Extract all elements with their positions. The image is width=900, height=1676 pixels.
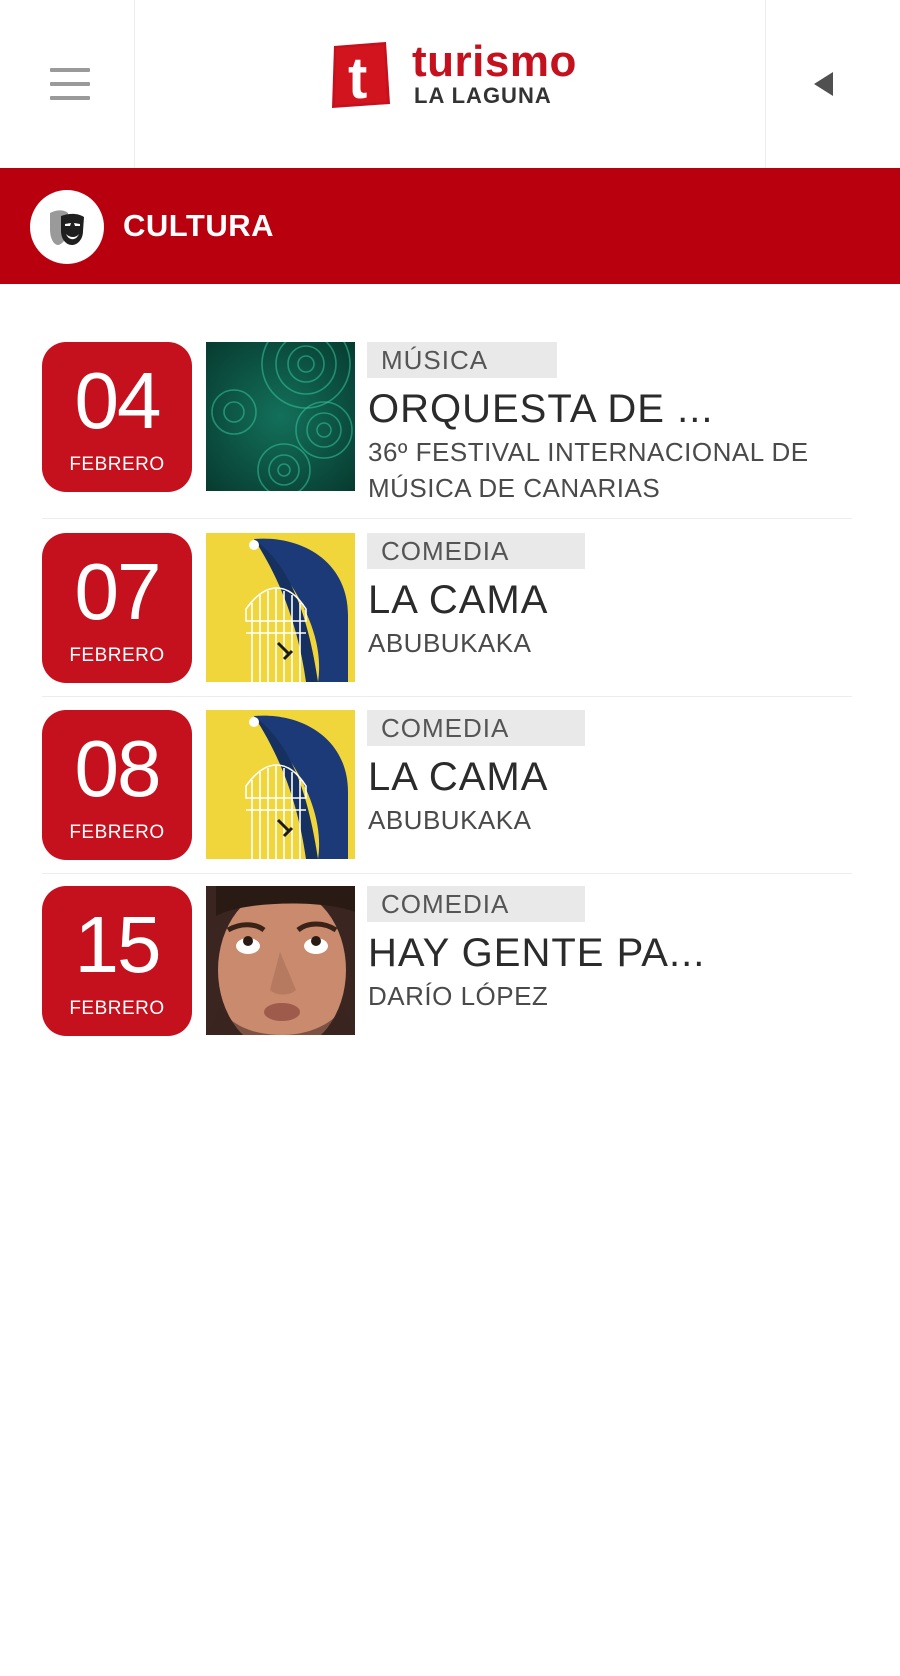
date-badge: 15 FEBRERO <box>42 886 192 1036</box>
event-category-tag: MÚSICA <box>367 342 557 378</box>
logo-subtitle: LA LAGUNA <box>414 83 552 108</box>
logo-word: turismo <box>412 37 577 86</box>
event-thumbnail <box>206 533 355 682</box>
event-thumbnail <box>206 886 355 1035</box>
event-subtitle: ABUBUKAKA <box>368 805 532 835</box>
menu-button[interactable] <box>0 0 135 168</box>
event-month: FEBRERO <box>69 645 165 666</box>
event-category-tag: COMEDIA <box>367 710 585 746</box>
event-category-tag: COMEDIA <box>367 533 585 569</box>
section-header: CULTURA <box>0 168 900 284</box>
event-item[interactable]: 04 FEBRERO MÚSICA ORQUESTA DE ... 36º FE… <box>0 342 900 503</box>
app-logo: t turismo LA LAGUNA <box>328 38 598 114</box>
logo-t-icon: t <box>332 42 390 111</box>
event-category-tag: COMEDIA <box>367 886 585 922</box>
event-month: FEBRERO <box>69 998 165 1019</box>
event-day: 07 <box>74 547 162 636</box>
list-divider <box>42 518 852 519</box>
section-title: CULTURA <box>123 208 275 243</box>
event-thumbnail <box>206 710 355 859</box>
event-item[interactable]: 08 FEBRERO COMEDIA LA CAMA ABUBUKAKA <box>0 710 900 864</box>
event-thumbnail <box>206 342 355 491</box>
event-subtitle: ABUBUKAKA <box>368 628 532 658</box>
event-day: 15 <box>74 900 162 989</box>
event-day: 04 <box>74 356 162 445</box>
event-title: HAY GENTE PA... <box>368 931 706 975</box>
event-day: 08 <box>74 724 162 813</box>
theater-mask-icon <box>30 190 104 264</box>
event-title: ORQUESTA DE ... <box>368 387 714 431</box>
app-header: t turismo LA LAGUNA <box>0 0 900 168</box>
hamburger-menu-icon <box>50 68 90 100</box>
list-divider <box>42 696 852 697</box>
event-item[interactable]: 07 FEBRERO COMEDIA LA CAMA ABUBUKAKA <box>0 533 900 687</box>
back-button[interactable] <box>765 0 900 168</box>
event-month: FEBRERO <box>69 454 165 475</box>
event-subtitle: 36º FESTIVAL INTERNACIONAL DE MÚSICA DE … <box>368 437 809 503</box>
event-month: FEBRERO <box>69 822 165 843</box>
svg-text:t: t <box>348 46 367 111</box>
back-arrow-icon <box>814 72 833 96</box>
list-divider <box>42 873 852 874</box>
event-item[interactable]: 15 FEBRERO COMEDIA HAY GENTE PA... DARÍO… <box>0 886 900 1040</box>
date-badge: 04 FEBRERO <box>42 342 192 492</box>
event-title: LA CAMA <box>368 755 549 799</box>
event-title: LA CAMA <box>368 578 549 622</box>
event-subtitle: DARÍO LÓPEZ <box>368 981 549 1011</box>
date-badge: 07 FEBRERO <box>42 533 192 683</box>
date-badge: 08 FEBRERO <box>42 710 192 860</box>
